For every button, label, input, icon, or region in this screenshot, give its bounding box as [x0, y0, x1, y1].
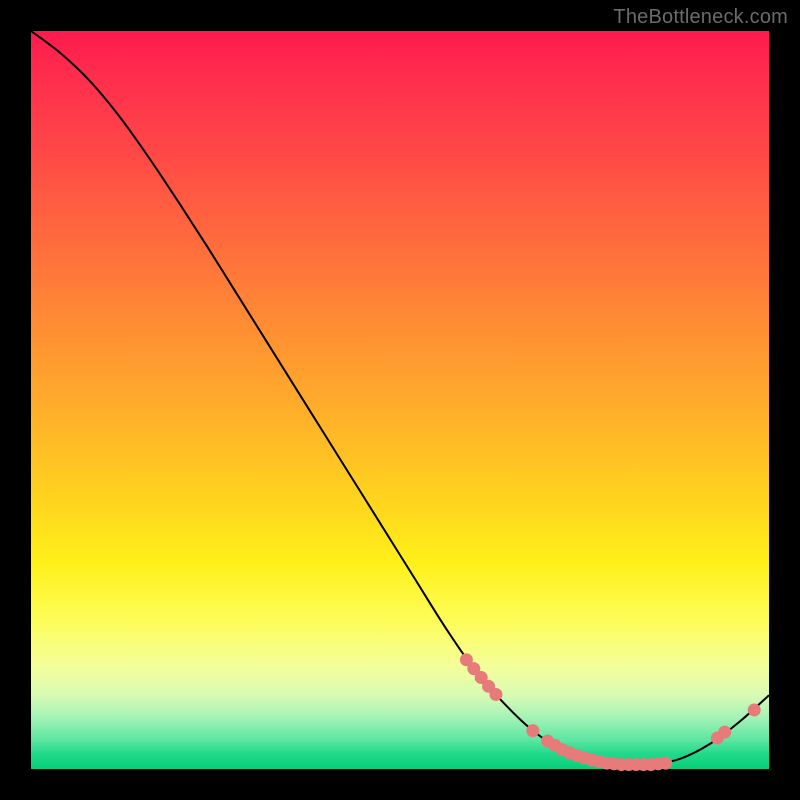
data-marker: [527, 725, 539, 737]
data-marker: [660, 757, 672, 769]
data-marker: [719, 726, 731, 738]
data-marker: [748, 704, 760, 716]
marker-group: [460, 654, 760, 771]
chart-svg: [31, 31, 769, 769]
data-marker: [490, 688, 502, 700]
watermark-text: TheBottleneck.com: [613, 6, 788, 29]
bottleneck-curve-path: [31, 31, 769, 765]
chart-frame: TheBottleneck.com: [0, 0, 800, 800]
plot-area: [31, 31, 769, 769]
